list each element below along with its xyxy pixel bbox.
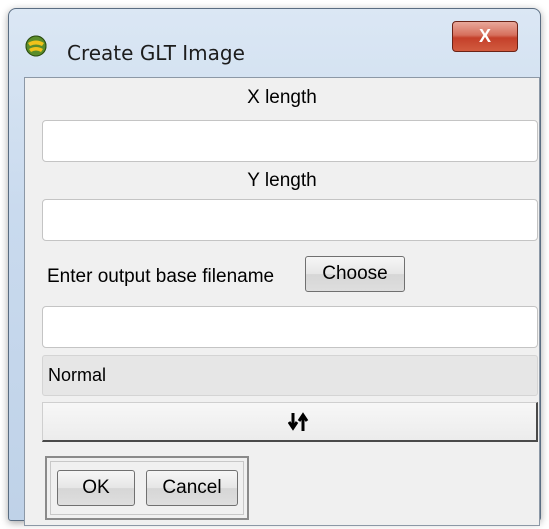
title-bar[interactable]: Create GLT Image X bbox=[9, 9, 540, 77]
dialog-window: Create GLT Image X X length Y length Ent… bbox=[8, 8, 541, 526]
close-button[interactable]: X bbox=[452, 21, 518, 52]
x-length-label: X length bbox=[247, 87, 317, 108]
y-length-input[interactable] bbox=[42, 199, 538, 241]
output-filename-label: Enter output base filename bbox=[47, 266, 275, 287]
sort-up-down-icon bbox=[287, 412, 310, 432]
sort-toggle-button[interactable] bbox=[42, 402, 538, 442]
cancel-button[interactable]: Cancel bbox=[146, 470, 238, 506]
ok-button[interactable]: OK bbox=[57, 470, 135, 506]
choose-button[interactable]: Choose bbox=[305, 256, 405, 292]
close-icon: X bbox=[478, 26, 491, 46]
app-globe-icon bbox=[25, 35, 47, 57]
dialog-content: X length Y length Enter output base file… bbox=[24, 77, 540, 526]
status-field: Normal bbox=[42, 355, 538, 396]
window-title: Create GLT Image bbox=[67, 41, 245, 65]
x-length-input[interactable] bbox=[42, 120, 538, 162]
dialog-buttons-group: OK Cancel bbox=[45, 456, 249, 520]
y-length-label: Y length bbox=[247, 170, 317, 191]
output-filename-input[interactable] bbox=[42, 306, 538, 348]
